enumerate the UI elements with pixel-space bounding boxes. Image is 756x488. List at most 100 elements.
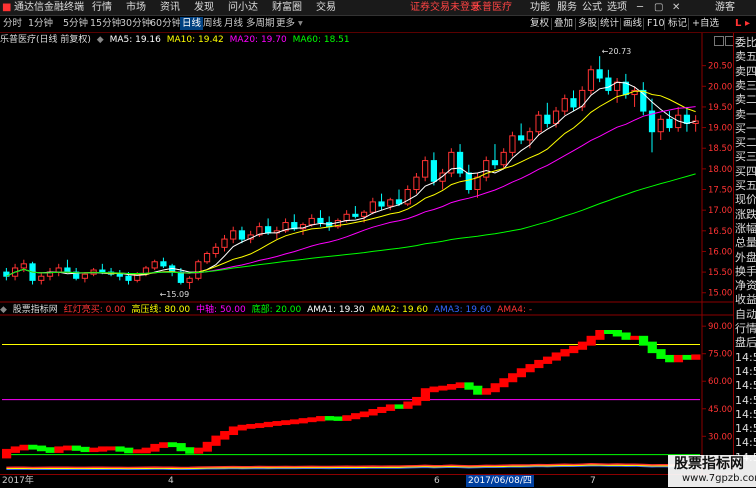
price-tick-label: 15.00	[708, 289, 732, 299]
indicator-bar	[359, 411, 369, 418]
indicator-panel	[2, 329, 701, 471]
minimize-icon[interactable]: ─	[637, 1, 643, 14]
price-tick-label: 19.50	[708, 103, 732, 113]
toolbar-divider	[551, 18, 552, 30]
menu-item-trade[interactable]: 交易	[316, 1, 336, 14]
indicator-bar	[586, 335, 596, 346]
close-icon[interactable]: ✕	[672, 1, 680, 14]
menu-item-service[interactable]: 服务	[557, 1, 577, 14]
indicator-bar	[97, 446, 108, 452]
side-panel-label: 卖二	[735, 93, 756, 107]
ma-line-10	[6, 90, 696, 277]
indicator-bar	[106, 446, 116, 451]
restore-icon[interactable]: ▢	[654, 1, 663, 14]
side-panel-label[interactable]: 行情	[735, 322, 756, 335]
indicator-bar	[324, 416, 335, 421]
scroll-up-button[interactable]	[714, 36, 724, 46]
side-panel-label[interactable]: 14:50	[735, 408, 756, 421]
candle-body	[387, 199, 394, 207]
indicator-bar	[220, 431, 230, 440]
login-notice[interactable]: 证券交易未登录	[410, 1, 480, 14]
watermark-url: www.7gpzb.com	[682, 473, 756, 484]
candle-body	[378, 201, 385, 207]
menu-item-discover[interactable]: 发现	[194, 1, 214, 14]
watermark-title: 股票指标网	[674, 456, 744, 472]
side-panel-label[interactable]: 14:50	[735, 422, 756, 435]
panel-flag[interactable]: L ▸	[733, 16, 756, 32]
indicator-bar	[542, 356, 553, 364]
menu-item-formula[interactable]: 公式	[582, 1, 602, 14]
side-panel-label[interactable]: 自动	[735, 308, 756, 321]
main-legend: 乐普医疗(日线 前复权) ◆ MA5: 19.16 MA10: 19.42 MA…	[0, 34, 353, 46]
period-multi[interactable]: 多周期	[246, 17, 275, 30]
side-panel-label[interactable]: 盘后	[735, 336, 756, 349]
period-60min[interactable]: 60分钟	[150, 17, 181, 30]
quote-side-panel: 委比 卖五 卖四 卖三 卖二 卖一 买一 买二 买三 买四 买五 现价 涨跌 涨幅 总量 外盘 换手 净资 收益 自动…	[733, 33, 756, 474]
side-panel-label: 净资	[735, 279, 756, 293]
side-panel-label[interactable]: 14:50	[735, 379, 756, 392]
ma-line-60	[6, 173, 696, 277]
indicator-bar	[316, 416, 326, 422]
period-day[interactable]: 日线	[180, 17, 204, 30]
indicator-bar	[647, 341, 657, 354]
watermark: 股票指标网 www.7gpzb.com	[668, 455, 756, 487]
statistics-button[interactable]: 统计	[600, 17, 619, 30]
menu-item-wealth[interactable]: 财富圈	[272, 1, 302, 14]
candle-body	[81, 273, 89, 279]
period-1min[interactable]: 1分钟	[28, 17, 53, 30]
side-panel-label: 收益	[735, 293, 756, 307]
draw-line-button[interactable]: 画线	[623, 17, 642, 30]
legend-bottom-line: 底部: 20.00	[251, 305, 302, 315]
date-label-apr: 4	[168, 476, 174, 486]
indicator-bar	[115, 446, 125, 452]
multi-stock-button[interactable]: 多股	[578, 17, 597, 30]
period-15min[interactable]: 15分钟	[90, 17, 121, 30]
candle-body	[238, 230, 246, 240]
legend-ama1: AMA1: 19.30	[307, 305, 365, 315]
candle-body	[509, 135, 516, 153]
add-watchlist-button[interactable]: +自选	[692, 17, 719, 30]
candle-body	[596, 69, 603, 79]
menu-item-market[interactable]: 市场	[126, 1, 146, 14]
fuquan-button[interactable]: 复权	[530, 17, 549, 30]
indicator-tick-label: 75.00	[708, 350, 732, 360]
chart-frame	[0, 33, 733, 474]
price-tick-label: 19.00	[708, 124, 732, 134]
f10-button[interactable]: F10	[647, 17, 665, 30]
overlay-button[interactable]: 叠加	[554, 17, 573, 30]
indicator-bar	[455, 382, 465, 389]
period-fenshi[interactable]: 分时	[3, 17, 22, 30]
period-5min[interactable]: 5分钟	[63, 17, 88, 30]
side-panel-label[interactable]: 14:57	[735, 436, 756, 449]
indicator-bar	[150, 443, 160, 452]
period-30min[interactable]: 30分钟	[120, 17, 151, 30]
indicator-bar	[525, 364, 535, 373]
period-week[interactable]: 周线	[203, 17, 222, 30]
side-panel-label: 委比	[735, 36, 756, 49]
indicator-bar	[246, 423, 256, 429]
side-panel-label: 外盘	[735, 250, 756, 264]
side-panel-label[interactable]: 14:50	[735, 365, 756, 378]
indicator-bar	[656, 349, 666, 359]
indicator-bar	[19, 444, 29, 451]
side-panel-label[interactable]: 14:50	[735, 394, 756, 407]
menu-item-ask[interactable]: 问小达	[228, 1, 258, 14]
candle-body	[587, 69, 595, 91]
mark-button[interactable]: 标记	[668, 17, 687, 30]
stock-link[interactable]: 乐普医疗	[472, 1, 512, 14]
menu-item-hq[interactable]: 行情	[92, 1, 112, 14]
candle-body	[264, 226, 272, 234]
period-month[interactable]: 月线	[224, 17, 243, 30]
side-panel-label[interactable]: 14:50	[735, 351, 756, 364]
indicator-tick-label: 30.00	[708, 432, 732, 442]
menu-item-options[interactable]: 选项	[607, 1, 627, 14]
indicator-bar	[71, 445, 82, 451]
more-chevron-icon[interactable]: ▾	[298, 17, 303, 30]
candle-body	[535, 114, 542, 133]
user-label[interactable]: 游客	[715, 1, 735, 14]
menu-item-news[interactable]: 资讯	[160, 1, 180, 14]
menu-item-function[interactable]: 功能	[530, 1, 550, 14]
period-more[interactable]: 更多	[276, 17, 295, 30]
legend-buy: 红灯亮买: 0.00	[63, 305, 126, 315]
kline-chart[interactable]: 20.50 20.00 19.50 19.00 18.50 18.00 17.50 17.00…	[0, 33, 733, 474]
